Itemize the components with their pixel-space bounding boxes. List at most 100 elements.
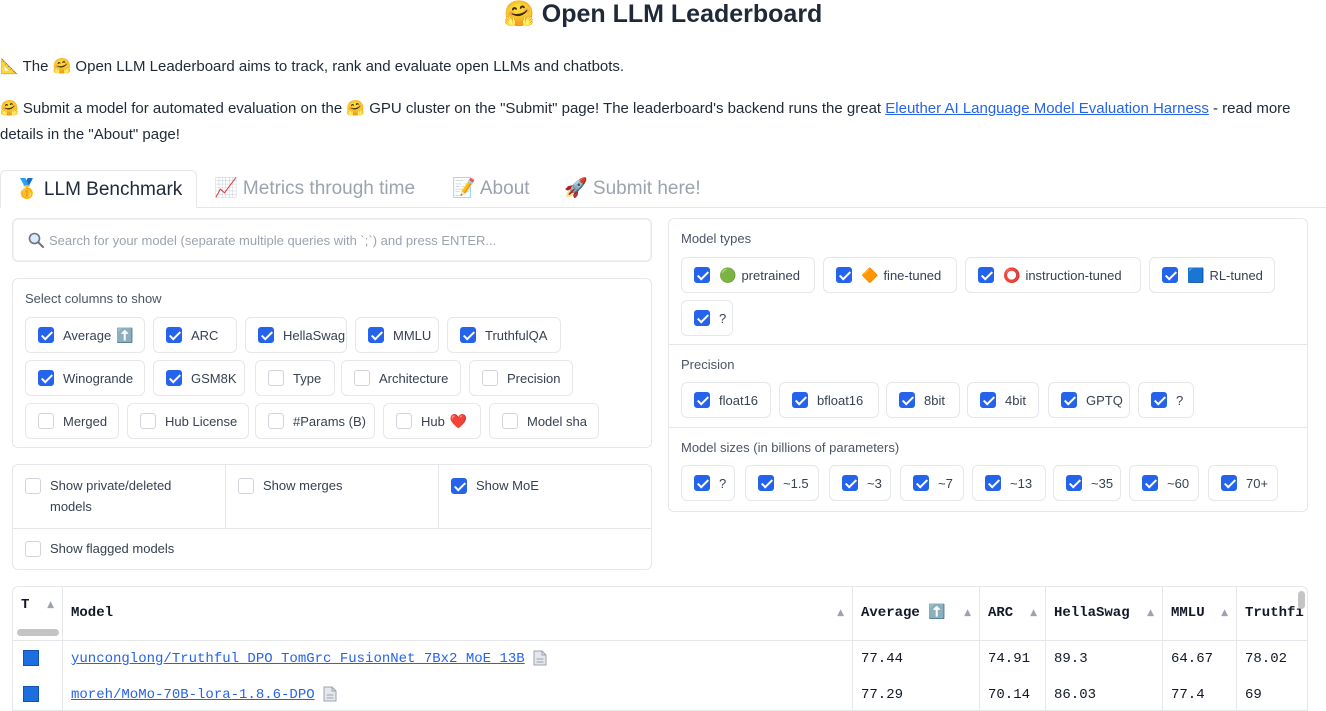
column-hub-license[interactable]: Hub License — [127, 403, 249, 439]
checkbox[interactable] — [38, 327, 54, 343]
checkbox[interactable] — [1151, 392, 1167, 408]
type-rl-tuned[interactable]: 🟦 RL-tuned — [1149, 257, 1275, 293]
size-60[interactable]: ~60 — [1129, 465, 1199, 501]
checkbox[interactable] — [166, 370, 182, 386]
model-card-icon[interactable] — [323, 686, 337, 702]
tab-llm-benchmark[interactable]: 🥇 LLM Benchmark — [0, 170, 198, 208]
show-flagged-toggle[interactable]: Show flagged models — [25, 538, 174, 559]
vertical-scrollbar[interactable] — [1298, 591, 1305, 609]
show-private-toggle[interactable]: Show private/deleted models — [25, 475, 225, 517]
show-moe-toggle[interactable]: Show MoE — [451, 475, 539, 496]
model-link[interactable]: yunconglong/Truthful_DPO_TomGrc_FusionNe… — [71, 651, 525, 667]
column-merged[interactable]: Merged — [25, 403, 119, 439]
checkbox[interactable] — [502, 413, 518, 429]
checkbox[interactable] — [758, 475, 774, 491]
sort-arrow-icon[interactable]: ▲ — [964, 587, 971, 640]
checkbox[interactable] — [38, 370, 54, 386]
checkbox[interactable] — [1061, 392, 1077, 408]
checkbox[interactable] — [354, 370, 370, 386]
tab-submit[interactable]: 🚀 Submit here! — [550, 170, 715, 208]
checkbox[interactable] — [451, 478, 467, 494]
show-merges-toggle[interactable]: Show merges — [238, 475, 342, 496]
sort-arrow-icon[interactable]: ▲ — [1221, 587, 1228, 640]
checkbox[interactable] — [842, 475, 858, 491]
tab-metrics-through-time[interactable]: 📈 Metrics through time — [200, 170, 429, 208]
col-header-type[interactable]: T ▲ — [13, 587, 63, 640]
harness-link[interactable]: Eleuther AI Language Model Evaluation Ha… — [885, 100, 1209, 117]
col-header-hellaswag[interactable]: HellaSwag ▲ — [1046, 587, 1163, 640]
column-model-sha[interactable]: Model sha — [489, 403, 599, 439]
checkbox[interactable] — [268, 370, 284, 386]
checkbox[interactable] — [166, 327, 182, 343]
size-unknown[interactable]: ? — [681, 465, 735, 501]
column-precision[interactable]: Precision — [469, 360, 573, 396]
column-resize-handle[interactable] — [17, 629, 59, 636]
checkbox[interactable] — [1142, 475, 1158, 491]
column-arc[interactable]: ARC — [153, 317, 237, 353]
checkbox[interactable] — [836, 267, 852, 283]
checkbox[interactable] — [694, 310, 710, 326]
size-3[interactable]: ~3 — [829, 465, 891, 501]
checkbox[interactable] — [482, 370, 498, 386]
column-average[interactable]: Average ⬆️ — [25, 317, 145, 353]
checkbox[interactable] — [238, 478, 254, 494]
checkbox[interactable] — [258, 327, 274, 343]
checkbox[interactable] — [25, 541, 41, 557]
model-card-icon[interactable] — [533, 650, 547, 666]
checkbox[interactable] — [25, 478, 41, 494]
checkbox[interactable] — [268, 413, 284, 429]
column-architecture[interactable]: Architecture — [341, 360, 461, 396]
type-unknown[interactable]: ? — [681, 300, 733, 336]
column-hellaswag[interactable]: HellaSwag — [245, 317, 347, 353]
column-type[interactable]: Type — [255, 360, 335, 396]
precision-float16[interactable]: float16 — [681, 382, 771, 418]
model-link[interactable]: moreh/MoMo-70B-lora-1.8.6-DPO — [71, 687, 315, 703]
search-input[interactable] — [49, 228, 639, 252]
precision-bfloat16[interactable]: bfloat16 — [779, 382, 879, 418]
size-13[interactable]: ~13 — [972, 465, 1046, 501]
column-mmlu[interactable]: MMLU — [355, 317, 439, 353]
size-70-plus[interactable]: 70+ — [1208, 465, 1278, 501]
precision-unknown[interactable]: ? — [1138, 382, 1194, 418]
precision-8bit[interactable]: 8bit — [886, 382, 960, 418]
sort-arrow-icon[interactable]: ▲ — [1147, 587, 1154, 640]
type-instruction-tuned[interactable]: ⭕ instruction-tuned — [965, 257, 1141, 293]
size-1-5[interactable]: ~1.5 — [745, 465, 819, 501]
col-header-mmlu[interactable]: MMLU ▲ — [1163, 587, 1237, 640]
column-gsm8k[interactable]: GSM8K — [153, 360, 245, 396]
checkbox[interactable] — [140, 413, 156, 429]
checkbox[interactable] — [978, 267, 994, 283]
size-35[interactable]: ~35 — [1053, 465, 1121, 501]
precision-gptq[interactable]: GPTQ — [1048, 382, 1130, 418]
checkbox[interactable] — [1162, 267, 1178, 283]
type-fine-tuned[interactable]: 🔶 fine-tuned — [823, 257, 957, 293]
precision-4bit[interactable]: 4bit — [967, 382, 1039, 418]
checkbox[interactable] — [899, 392, 915, 408]
checkbox[interactable] — [1221, 475, 1237, 491]
checkbox[interactable] — [694, 475, 710, 491]
col-header-arc[interactable]: ARC ▲ — [980, 587, 1046, 640]
sort-arrow-icon[interactable]: ▲ — [837, 587, 844, 640]
sort-arrow-icon[interactable]: ▲ — [47, 587, 54, 623]
size-7[interactable]: ~7 — [900, 465, 964, 501]
checkbox[interactable] — [694, 392, 710, 408]
column-truthfulqa[interactable]: TruthfulQA — [447, 317, 561, 353]
checkbox[interactable] — [396, 413, 412, 429]
column-params[interactable]: #Params (B) — [255, 403, 375, 439]
column-winogrande[interactable]: Winogrande — [25, 360, 145, 396]
checkbox[interactable] — [792, 392, 808, 408]
checkbox[interactable] — [460, 327, 476, 343]
sort-arrow-icon[interactable]: ▲ — [1030, 587, 1037, 640]
col-header-model[interactable]: Model ▲ — [63, 587, 853, 640]
checkbox[interactable] — [913, 475, 929, 491]
tab-about[interactable]: 📝 About — [438, 170, 544, 208]
col-header-average[interactable]: Average ⬆️ ▲ — [853, 587, 980, 640]
checkbox[interactable] — [368, 327, 384, 343]
type-pretrained[interactable]: 🟢 pretrained — [681, 257, 815, 293]
checkbox[interactable] — [38, 413, 54, 429]
checkbox[interactable] — [980, 392, 996, 408]
checkbox[interactable] — [1066, 475, 1082, 491]
checkbox[interactable] — [694, 267, 710, 283]
column-hub[interactable]: Hub ❤️ — [383, 403, 481, 439]
checkbox[interactable] — [985, 475, 1001, 491]
